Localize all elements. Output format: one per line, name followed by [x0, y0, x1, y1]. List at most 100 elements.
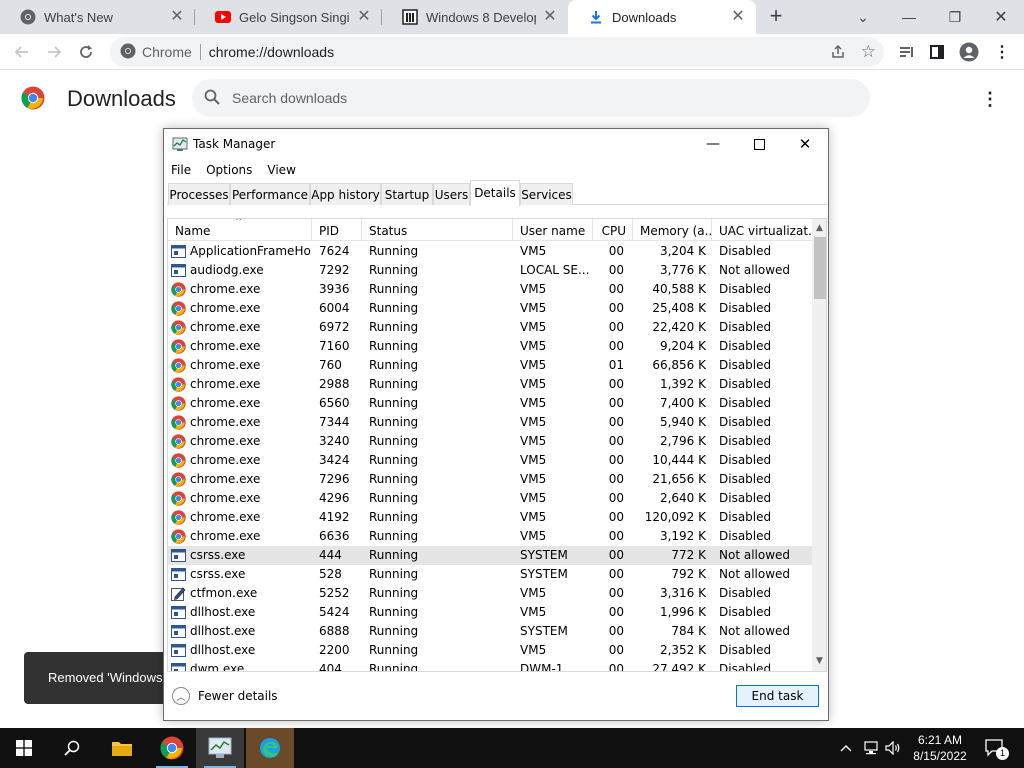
table-row[interactable]: chrome.exe 3424 Running VM5 00 10,444 K Disabl… [168, 451, 812, 470]
cell-pid: 2988 [319, 377, 350, 391]
table-row[interactable]: chrome.exe 4296 Running VM5 00 2,640 K Disable… [168, 489, 812, 508]
table-row[interactable]: audiodg.exe 7292 Running LOCAL SE... 00 3,776… [168, 261, 812, 280]
search-icon[interactable] [48, 728, 96, 768]
table-row[interactable]: chrome.exe 7296 Running VM5 00 21,656 K Disabl… [168, 470, 812, 489]
close-tab-icon[interactable]: ✕ [542, 9, 558, 25]
system-clock[interactable]: 6:21 AM 8/15/2022 [904, 732, 976, 764]
tab-processes[interactable]: Processes [168, 183, 230, 205]
cell-status: Running [369, 567, 419, 581]
chrome-icon [171, 377, 186, 392]
cell-pid: 7292 [319, 263, 350, 277]
end-task-button[interactable]: End task [736, 685, 819, 707]
cell-name: chrome.exe [190, 510, 261, 524]
volume-icon[interactable] [883, 728, 903, 768]
network-icon[interactable] [860, 728, 882, 768]
tab-downloads[interactable]: Downloads ✕ [568, 0, 756, 34]
table-row[interactable]: chrome.exe 4192 Running VM5 00 120,092 K Disab… [168, 508, 812, 527]
search-box[interactable] [192, 79, 870, 117]
browser-menu-icon[interactable]: ⋮ [988, 38, 1016, 66]
task-manager-taskbar-icon[interactable] [196, 728, 244, 768]
menu-view[interactable]: View [267, 163, 295, 177]
chrome-taskbar-icon[interactable] [148, 728, 196, 768]
scroll-down-icon[interactable]: ▼ [812, 654, 826, 669]
column-header-pid[interactable]: PID [312, 219, 362, 241]
chevron-up-icon[interactable] [836, 728, 856, 768]
cell-user: VM5 [520, 415, 547, 429]
forward-arrow-icon[interactable] [40, 38, 68, 66]
column-header-cpu[interactable]: CPU [593, 219, 633, 241]
column-header-memory[interactable]: Memory (a... [633, 219, 712, 241]
table-row[interactable]: chrome.exe 2988 Running VM5 00 1,392 K Disable… [168, 375, 812, 394]
bookmark-star-icon[interactable]: ☆ [861, 42, 876, 62]
tab-whats-new[interactable]: What's New ✕ [0, 0, 195, 34]
new-tab-button[interactable]: + [764, 5, 788, 29]
table-row[interactable]: chrome.exe 3240 Running VM5 00 2,796 K Disable… [168, 432, 812, 451]
profile-avatar-icon[interactable] [955, 38, 983, 66]
table-row[interactable]: ApplicationFrameHo... 7624 Running VM5 00 3,2… [168, 242, 812, 261]
close-tab-icon[interactable]: ✕ [169, 9, 185, 25]
table-row[interactable]: chrome.exe 3936 Running VM5 00 40,588 K Disabl… [168, 280, 812, 299]
tab-windows-developer[interactable]: Windows 8 Developer ✕ [382, 0, 568, 34]
table-row[interactable]: dwm.exe 404 Running DWM-1 00 27,492 K Disabled [168, 660, 812, 671]
address-bar[interactable]: Chrome chrome://downloads ☆ [110, 37, 884, 67]
column-header-name[interactable]: ^ Name [168, 219, 312, 241]
cell-user: SYSTEM [520, 567, 568, 581]
windows-start-icon[interactable] [0, 728, 48, 768]
column-header-uac[interactable]: UAC virtualizat... [712, 219, 812, 241]
table-row[interactable]: csrss.exe 444 Running SYSTEM 00 772 K Not allo… [168, 546, 812, 565]
side-panel-icon[interactable] [923, 38, 951, 66]
process-rows: ApplicationFrameHo... 7624 Running VM5 00 3,2… [168, 242, 812, 671]
table-row[interactable]: chrome.exe 6636 Running VM5 00 3,192 K Disable… [168, 527, 812, 546]
table-row[interactable]: dllhost.exe 6888 Running SYSTEM 00 784 K Not a… [168, 622, 812, 641]
tab-users[interactable]: Users [433, 183, 470, 205]
edge-icon[interactable] [246, 728, 294, 768]
close-tab-icon[interactable]: ✕ [730, 9, 746, 25]
downloads-menu-icon[interactable]: ⋮ [978, 87, 1002, 111]
table-row[interactable]: ctfmon.exe 5252 Running VM5 00 3,316 K Disable… [168, 584, 812, 603]
menu-options[interactable]: Options [206, 163, 252, 177]
table-row[interactable]: csrss.exe 528 Running SYSTEM 00 792 K Not allo… [168, 565, 812, 584]
back-arrow-icon[interactable] [8, 38, 36, 66]
media-queue-icon[interactable] [893, 38, 921, 66]
close-tab-icon[interactable]: ✕ [356, 9, 372, 25]
tab-app-history[interactable]: App history [310, 183, 381, 205]
scrollbar-thumb[interactable] [814, 237, 826, 299]
reload-icon[interactable] [72, 38, 100, 66]
cell-name: chrome.exe [190, 377, 261, 391]
menu-file[interactable]: File [171, 163, 191, 177]
tab-youtube[interactable]: Gelo Singson Singing Ka ✕ [195, 0, 382, 34]
chrome-icon [171, 396, 186, 411]
notification-center-icon[interactable]: 1 [980, 728, 1010, 768]
minimize-icon[interactable]: — [690, 129, 736, 159]
table-row[interactable]: chrome.exe 760 Running VM5 01 66,856 K Disable… [168, 356, 812, 375]
table-row[interactable]: dllhost.exe 2200 Running VM5 00 2,352 K Disabl… [168, 641, 812, 660]
table-row[interactable]: dllhost.exe 5424 Running VM5 00 1,996 K Disabl… [168, 603, 812, 622]
share-icon[interactable] [830, 44, 846, 63]
minimize-icon[interactable]: — [886, 0, 932, 34]
cell-pid: 4192 [319, 510, 350, 524]
search-input[interactable] [232, 90, 832, 106]
cell-status: Running [369, 643, 419, 657]
file-explorer-icon[interactable] [98, 728, 146, 768]
table-row[interactable]: chrome.exe 7344 Running VM5 00 5,940 K Disable… [168, 413, 812, 432]
close-window-icon[interactable]: ✕ [978, 0, 1024, 34]
restore-icon[interactable]: ❐ [932, 0, 978, 34]
fewer-details-toggle[interactable]: ︿ Fewer details [172, 687, 278, 705]
table-row[interactable]: chrome.exe 7160 Running VM5 00 9,204 K Disable… [168, 337, 812, 356]
column-header-user[interactable]: User name [513, 219, 593, 241]
url-text[interactable]: chrome://downloads [209, 44, 334, 60]
table-row[interactable]: chrome.exe 6560 Running VM5 00 7,400 K Disable… [168, 394, 812, 413]
tab-performance[interactable]: Performance [230, 183, 310, 205]
cell-uac: Disabled [719, 415, 772, 429]
tab-services[interactable]: Services [520, 183, 573, 205]
vertical-scrollbar[interactable]: ▲ ▼ [812, 219, 826, 671]
scroll-up-icon[interactable]: ▲ [812, 221, 826, 236]
tab-details[interactable]: Details [470, 180, 520, 206]
column-header-status[interactable]: Status [362, 219, 513, 241]
chevron-down-icon[interactable]: ⌄ [840, 0, 886, 34]
table-row[interactable]: chrome.exe 6972 Running VM5 00 22,420 K Disabl… [168, 318, 812, 337]
maximize-icon[interactable] [736, 129, 782, 159]
tab-startup[interactable]: Startup [381, 183, 433, 205]
close-window-icon[interactable]: ✕ [782, 129, 828, 159]
table-row[interactable]: chrome.exe 6004 Running VM5 00 25,408 K Disabl… [168, 299, 812, 318]
